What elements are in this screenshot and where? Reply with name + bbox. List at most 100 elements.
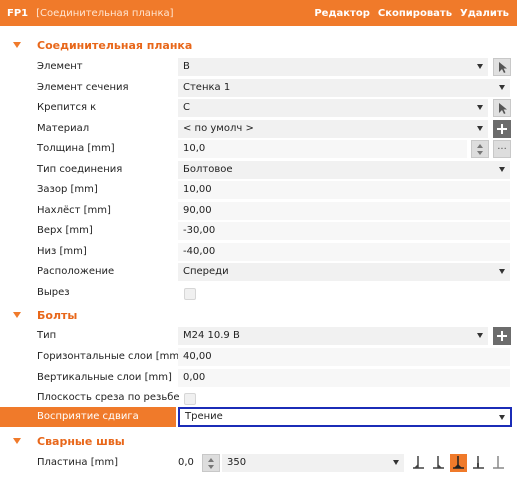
cutout-checkbox[interactable] bbox=[184, 288, 196, 300]
overlap-input[interactable]: 90,00 bbox=[178, 202, 510, 220]
weld-right-icon[interactable] bbox=[430, 454, 447, 472]
more-button[interactable]: ... bbox=[493, 140, 511, 158]
horizontal-layers-input[interactable]: 40,00 bbox=[178, 348, 510, 366]
row-gap: Зазор [mm] 10,00 bbox=[0, 180, 517, 200]
weld-none-icon[interactable] bbox=[490, 454, 507, 472]
weld-type-select[interactable]: 350 bbox=[222, 454, 404, 472]
gap-input[interactable]: 10,00 bbox=[178, 181, 510, 199]
row-thickness: Толщина [mm] 10,0 ... bbox=[0, 139, 517, 159]
pick-element-button[interactable] bbox=[493, 58, 511, 76]
row-connection-type: Тип соединения Болтовое bbox=[0, 160, 517, 180]
input-value: -30,00 bbox=[183, 225, 216, 236]
element-select[interactable]: B bbox=[178, 58, 488, 76]
input-value: 90,00 bbox=[183, 205, 212, 216]
field-label: Толщина [mm] bbox=[37, 143, 115, 154]
attached-to-select[interactable]: C bbox=[178, 99, 488, 117]
field-label: Вертикальные слои [mm] bbox=[37, 372, 172, 383]
section-title: Болты bbox=[37, 308, 78, 322]
field-label: Тип соединения bbox=[37, 164, 123, 175]
row-cutout: Вырез bbox=[0, 283, 517, 303]
field-label: Материал bbox=[37, 123, 90, 134]
shear-plane-thread-checkbox[interactable] bbox=[184, 393, 196, 405]
plus-icon bbox=[497, 331, 507, 341]
delete-button[interactable]: Удалить bbox=[460, 8, 509, 19]
field-label: Зазор [mm] bbox=[37, 184, 98, 195]
chevron-down-icon bbox=[477, 333, 483, 338]
section-element-select[interactable]: Стенка 1 bbox=[178, 79, 510, 97]
bolt-type-select[interactable]: M24 10.9 B bbox=[178, 327, 488, 345]
thickness-input[interactable]: 10,0 bbox=[178, 140, 467, 158]
section-plate-header[interactable]: Соединительная планка bbox=[0, 35, 517, 55]
row-shear-plane-thread: Плоскость среза по резьбе bbox=[0, 388, 517, 408]
collapse-triangle-icon[interactable] bbox=[13, 438, 21, 444]
bottom-input[interactable]: -40,00 bbox=[178, 243, 510, 261]
row-horizontal-layers: Горизонтальные слои [mm] 40,00 bbox=[0, 347, 517, 367]
select-value: Трение bbox=[185, 411, 223, 422]
field-label: Восприятие сдвига bbox=[37, 411, 139, 422]
input-value: 0,00 bbox=[183, 372, 206, 383]
field-label: Пластина [mm] bbox=[37, 457, 118, 468]
input-value: 10,00 bbox=[183, 184, 212, 195]
vertical-layers-input[interactable]: 0,00 bbox=[178, 369, 510, 387]
down-arrow-icon[interactable] bbox=[477, 151, 483, 155]
section-bolts-header[interactable]: Болты bbox=[0, 305, 517, 325]
weld-both-icon[interactable] bbox=[450, 454, 467, 472]
plus-icon bbox=[497, 124, 507, 134]
weld-full-icon[interactable] bbox=[470, 454, 487, 472]
top-input[interactable]: -30,00 bbox=[178, 222, 510, 240]
shear-transfer-select[interactable]: Трение bbox=[178, 407, 512, 427]
select-value: 350 bbox=[227, 457, 247, 468]
chevron-down-icon bbox=[477, 64, 483, 69]
select-value: Болтовое bbox=[183, 164, 233, 175]
add-material-button[interactable] bbox=[493, 120, 511, 138]
pick-attached-button[interactable] bbox=[493, 99, 511, 117]
row-overlap: Нахлёст [mm] 90,00 bbox=[0, 201, 517, 221]
collapse-triangle-icon[interactable] bbox=[13, 312, 21, 318]
select-value: Стенка 1 bbox=[183, 82, 231, 93]
field-label: Вырез bbox=[37, 287, 70, 298]
field-label: Нахлёст [mm] bbox=[37, 205, 111, 216]
input-value: -40,00 bbox=[183, 246, 216, 257]
section-title: Соединительная планка bbox=[37, 38, 193, 52]
position-select[interactable]: Спереди bbox=[178, 263, 510, 281]
field-label: Горизонтальные слои [mm] bbox=[37, 351, 184, 362]
row-vertical-layers: Вертикальные слои [mm] 0,00 bbox=[0, 368, 517, 388]
cursor-arrow-icon bbox=[499, 62, 507, 73]
input-value: 10,0 bbox=[183, 143, 206, 154]
row-attached-to: Крепится к C bbox=[0, 98, 517, 118]
collapse-triangle-icon[interactable] bbox=[13, 42, 21, 48]
down-arrow-icon[interactable] bbox=[208, 465, 214, 469]
select-value: B bbox=[183, 61, 190, 72]
row-plate-weld: Пластина [mm] 0,0 350 bbox=[0, 453, 517, 473]
chevron-down-icon bbox=[499, 167, 505, 172]
weld-thickness-stepper[interactable] bbox=[202, 454, 220, 472]
row-position: Расположение Спереди bbox=[0, 262, 517, 282]
connection-type-select[interactable]: Болтовое bbox=[178, 161, 510, 179]
copy-button[interactable]: Скопировать bbox=[378, 8, 452, 19]
header-actions: Редактор Скопировать Удалить bbox=[314, 8, 517, 19]
chevron-down-icon bbox=[477, 126, 483, 131]
weld-thickness-value[interactable]: 0,0 bbox=[178, 453, 194, 473]
section-title: Сварные швы bbox=[37, 434, 125, 448]
input-value: 40,00 bbox=[183, 351, 212, 362]
row-bottom: Низ [mm] -40,00 bbox=[0, 242, 517, 262]
material-select[interactable]: < по умолч > bbox=[178, 120, 488, 138]
select-value: M24 10.9 B bbox=[183, 330, 240, 341]
row-material: Материал < по умолч > bbox=[0, 119, 517, 139]
chevron-down-icon bbox=[499, 415, 505, 420]
weld-left-icon[interactable] bbox=[410, 454, 427, 472]
chevron-down-icon bbox=[499, 85, 505, 90]
field-label: Верх [mm] bbox=[37, 225, 93, 236]
section-welds-header[interactable]: Сварные швы bbox=[0, 431, 517, 451]
add-bolt-button[interactable] bbox=[493, 327, 511, 345]
up-arrow-icon[interactable] bbox=[477, 144, 483, 148]
row-top: Верх [mm] -30,00 bbox=[0, 221, 517, 241]
chevron-down-icon bbox=[393, 460, 399, 465]
row-section-element: Элемент сечения Стенка 1 bbox=[0, 78, 517, 98]
thickness-stepper[interactable] bbox=[471, 140, 489, 158]
row-shear-transfer: Восприятие сдвига Трение bbox=[0, 407, 517, 427]
editor-button[interactable]: Редактор bbox=[314, 8, 370, 19]
up-arrow-icon[interactable] bbox=[208, 458, 214, 462]
chevron-down-icon bbox=[499, 269, 505, 274]
title-bar: FP1 [Соединительная планка] Редактор Ско… bbox=[0, 0, 517, 26]
